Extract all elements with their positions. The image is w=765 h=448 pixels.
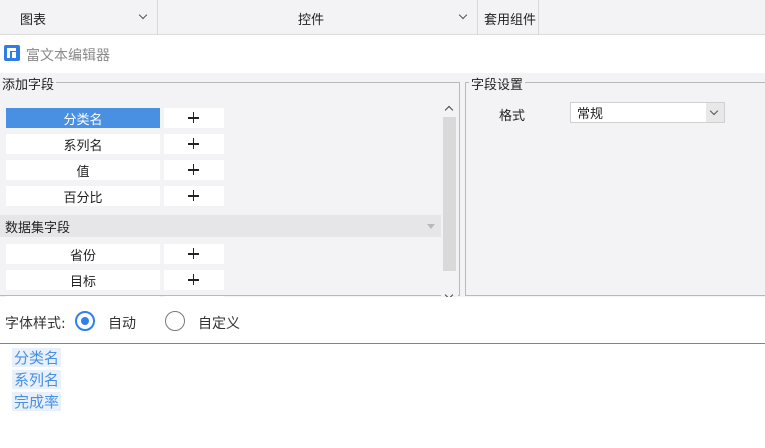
editor-title: 富文本编辑器 xyxy=(26,48,110,64)
radio-custom[interactable] xyxy=(165,311,185,331)
add-fields-group: 分类名 系列名 值 百分比 数据集字段 省份 目标 添加字段 xyxy=(0,74,460,306)
field-item-series[interactable]: 系列名 xyxy=(6,134,160,154)
add-field-button[interactable] xyxy=(164,186,224,206)
field-item-label: 目标 xyxy=(69,274,96,290)
radio-auto[interactable] xyxy=(75,311,95,331)
tab-chart-label: 图表 xyxy=(20,13,47,28)
field-item-category[interactable]: 分类名 xyxy=(6,108,160,128)
editor-token-series[interactable]: 系列名 xyxy=(12,370,62,389)
radio-custom-label[interactable]: 自定义 xyxy=(198,313,240,333)
chevron-down-icon xyxy=(709,106,719,116)
chevron-down-icon xyxy=(458,10,468,20)
radio-auto-label[interactable]: 自动 xyxy=(108,313,136,333)
format-select-value: 常规 xyxy=(577,107,604,122)
finereport-logo-icon xyxy=(4,45,20,61)
field-item-label: 省份 xyxy=(69,248,96,264)
scroll-thumb[interactable] xyxy=(443,117,456,271)
add-fields-list: 分类名 系列名 值 百分比 数据集字段 省份 目标 xyxy=(0,101,442,306)
field-item-value[interactable]: 值 xyxy=(6,160,160,180)
add-field-button[interactable] xyxy=(164,244,224,264)
field-panel-area: 分类名 系列名 值 百分比 数据集字段 省份 目标 添加字段 字段设置 格式 常… xyxy=(0,73,765,306)
editor-token-completion-rate[interactable]: 完成率 xyxy=(12,392,62,411)
tab-apply-component-label: 套用组件 xyxy=(484,13,537,28)
top-tab-bar: 图表 控件 套用组件 xyxy=(0,0,765,35)
field-item-percent[interactable]: 百分比 xyxy=(6,186,160,206)
dataset-field-province[interactable]: 省份 xyxy=(6,244,160,264)
tab-chart[interactable]: 图表 xyxy=(0,0,157,35)
tab-apply-component[interactable]: 套用组件 xyxy=(478,0,538,35)
field-item-label: 值 xyxy=(76,164,90,180)
add-field-button[interactable] xyxy=(164,270,224,290)
format-label: 格式 xyxy=(499,109,526,124)
add-field-button[interactable] xyxy=(164,160,224,180)
scrollbar[interactable] xyxy=(441,101,458,306)
field-item-label: 分类名 xyxy=(63,112,103,128)
scroll-up-icon[interactable] xyxy=(444,105,454,115)
font-style-row: 字体样式: 自动 自定义 xyxy=(0,297,765,344)
editor-token-category[interactable]: 分类名 xyxy=(12,348,62,367)
field-item-label: 百分比 xyxy=(63,190,103,206)
tab-widget[interactable]: 控件 xyxy=(158,0,477,35)
dataset-fields-header-label: 数据集字段 xyxy=(5,220,71,236)
add-field-button[interactable] xyxy=(164,108,224,128)
rich-text-editor[interactable]: 分类名 系列名 完成率 xyxy=(0,345,765,448)
collapse-triangle-icon xyxy=(427,224,435,229)
dataset-fields-header[interactable]: 数据集字段 xyxy=(0,215,442,237)
divider xyxy=(538,0,539,35)
font-style-label: 字体样式: xyxy=(5,316,66,332)
editor-title-bar: 富文本编辑器 xyxy=(0,36,765,73)
format-select-button[interactable] xyxy=(706,103,724,122)
chevron-down-icon xyxy=(138,10,148,20)
field-settings-group: 字段设置 格式 常规 xyxy=(465,74,765,296)
field-item-label: 系列名 xyxy=(63,138,103,154)
add-fields-legend: 添加字段 xyxy=(0,74,57,93)
tab-widget-label: 控件 xyxy=(298,13,325,28)
format-select[interactable]: 常规 xyxy=(570,102,725,123)
add-field-button[interactable] xyxy=(164,134,224,154)
field-settings-legend: 字段设置 xyxy=(469,74,526,93)
dataset-field-target[interactable]: 目标 xyxy=(6,270,160,290)
